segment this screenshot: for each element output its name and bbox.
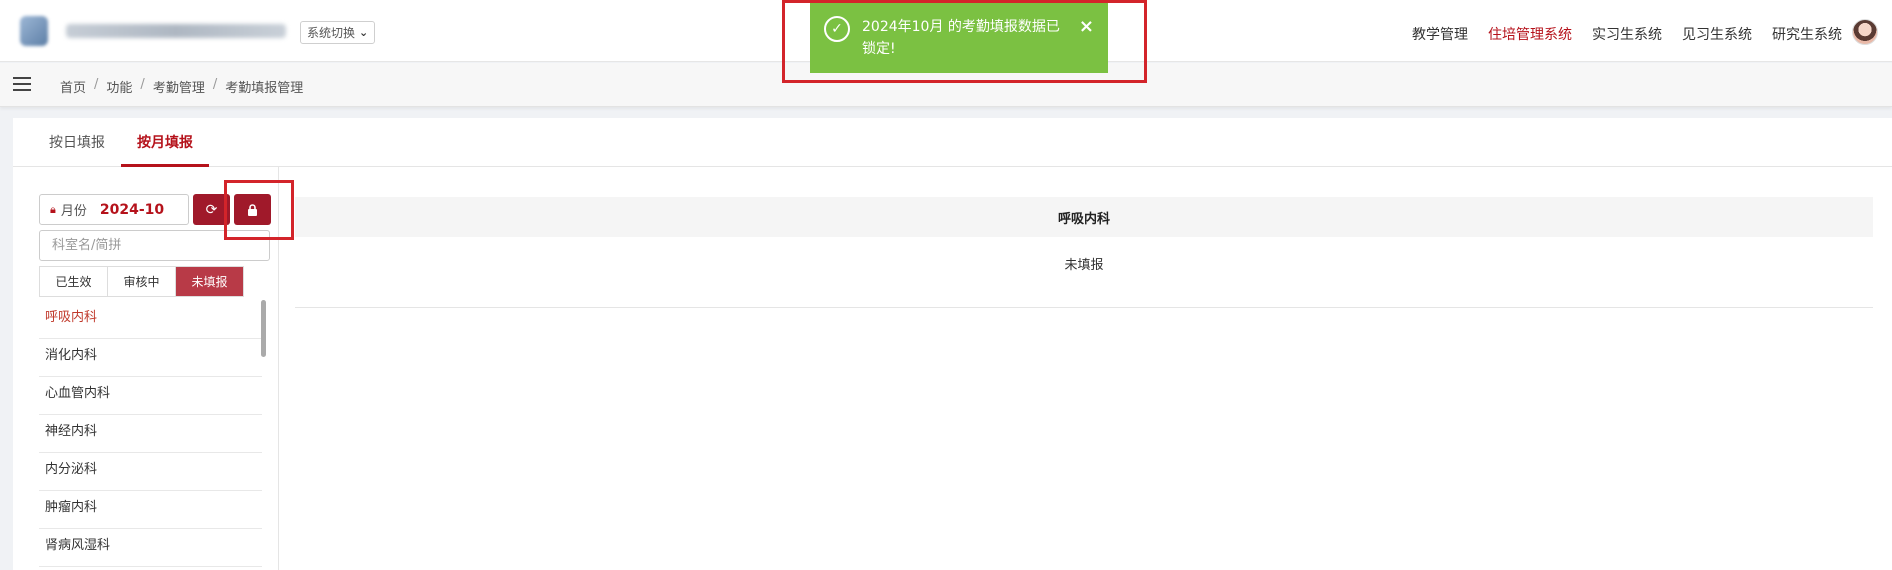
list-item[interactable]: 肾病风湿科 [39, 529, 262, 567]
breadcrumb-attendance[interactable]: 考勤管理 [153, 77, 205, 96]
breadcrumb-separator: / [140, 77, 145, 92]
status-tab-reviewing[interactable]: 审核中 [108, 267, 176, 296]
status-tabs: 已生效 审核中 未填报 [39, 266, 244, 297]
status-tab-effective[interactable]: 已生效 [40, 267, 108, 296]
toast-message: 2024年10月 的考勤填报数据已锁定! [862, 19, 1060, 57]
list-item[interactable]: 呼吸内科 [39, 301, 262, 339]
check-circle-icon: ✓ [824, 16, 850, 42]
table-cell-status: 未填报 [1064, 257, 1104, 273]
nav-item-residency[interactable]: 住培管理系统 [1488, 24, 1572, 44]
system-switch-dropdown[interactable]: 系统切换 ⌄ [300, 21, 376, 44]
nav-item-intern[interactable]: 实习生系统 [1592, 24, 1662, 44]
avatar[interactable] [1852, 19, 1878, 45]
month-picker[interactable]: 🔒︎ 月份 2024-10 [39, 194, 189, 225]
list-item[interactable]: 消化内科 [39, 339, 262, 377]
refresh-button[interactable]: ⟳ [193, 194, 230, 225]
logo-text [66, 24, 286, 38]
breadcrumb-separator: / [94, 77, 99, 92]
month-value: 2024-10 [99, 201, 165, 218]
nav-item-trainee[interactable]: 见习生系统 [1682, 24, 1752, 44]
top-nav: 教学管理 住培管理系统 实习生系统 见习生系统 研究生系统 [1412, 24, 1842, 44]
lock-icon [248, 203, 257, 216]
refresh-icon: ⟳ [205, 201, 218, 218]
month-label: 月份 [60, 204, 87, 219]
status-tab-unfilled[interactable]: 未填报 [176, 267, 243, 296]
department-list: 呼吸内科 消化内科 心血管内科 神经内科 内分泌科 肿瘤内科 肾病风湿科 [39, 301, 268, 570]
breadcrumb-function[interactable]: 功能 [106, 77, 132, 96]
breadcrumb-home[interactable]: 首页 [60, 77, 86, 96]
lock-button[interactable] [234, 194, 271, 225]
logo [20, 16, 48, 46]
breadcrumb: 首页 / 功能 / 考勤管理 / 考勤填报管理 [60, 77, 303, 96]
list-item[interactable]: 心血管内科 [39, 377, 262, 415]
table-header: 呼吸内科 [295, 197, 1873, 237]
main-card: 按日填报 按月填报 🔒︎ 月份 2024-10 ⟳ 已生效 审核中 未填报 呼吸… [13, 118, 1892, 570]
success-toast: ✓ 2024年10月 的考勤填报数据已锁定! × [810, 0, 1108, 73]
tab-bar: 按日填报 按月填报 [13, 118, 1892, 167]
tab-daily[interactable]: 按日填报 [49, 132, 105, 152]
lock-icon: 🔒︎ [50, 202, 56, 216]
system-switch-label: 系统切换 [307, 26, 356, 40]
breadcrumb-current: 考勤填报管理 [225, 81, 304, 96]
breadcrumb-separator: / [212, 77, 218, 92]
tab-monthly[interactable]: 按月填报 [137, 132, 193, 152]
department-panel: 🔒︎ 月份 2024-10 ⟳ 已生效 审核中 未填报 呼吸内科 消化内科 心血… [13, 167, 279, 570]
divider [295, 307, 1873, 308]
menu-icon[interactable] [13, 77, 31, 91]
department-list-scrollbar[interactable] [261, 300, 266, 357]
department-search-input[interactable] [39, 230, 270, 261]
nav-item-graduate[interactable]: 研究生系统 [1772, 24, 1842, 44]
chevron-down-icon: ⌄ [359, 26, 369, 39]
list-item[interactable]: 肿瘤内科 [39, 491, 262, 529]
list-item[interactable]: 内分泌科 [39, 453, 262, 491]
close-icon[interactable]: × [1079, 16, 1094, 37]
nav-item-teaching[interactable]: 教学管理 [1412, 24, 1468, 44]
list-item[interactable]: 神经内科 [39, 415, 262, 453]
